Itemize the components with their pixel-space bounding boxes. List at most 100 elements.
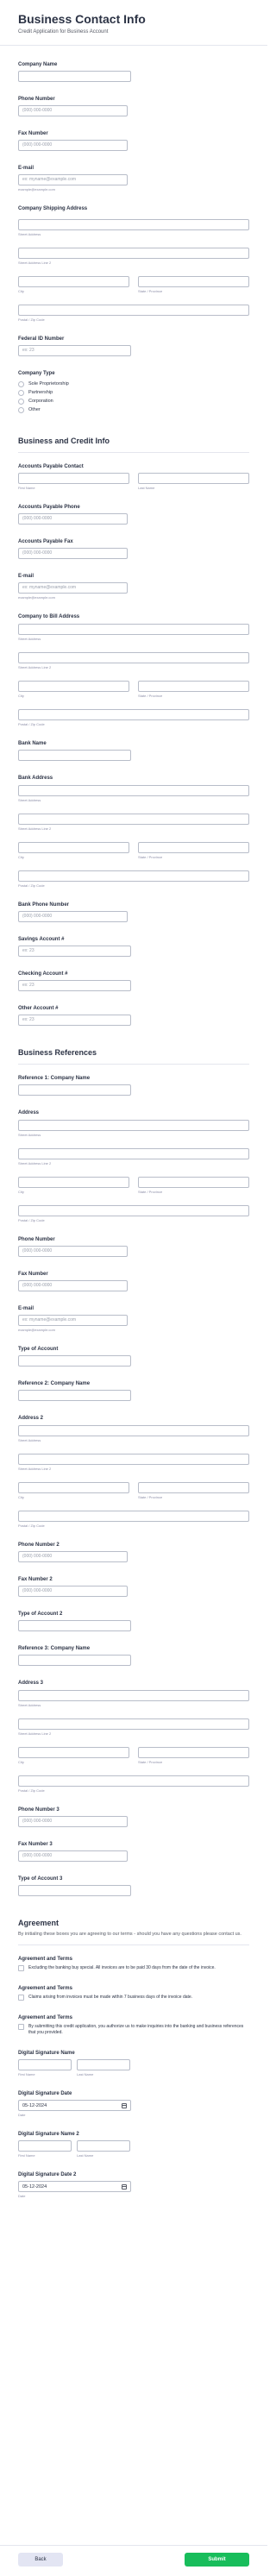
- ref2-type-input[interactable]: [18, 1620, 131, 1631]
- date-sublabel: Date: [18, 2194, 26, 2198]
- ap-email-input[interactable]: ex: myname@example.com: [18, 582, 128, 594]
- ref3-name-input[interactable]: [18, 1655, 131, 1666]
- back-button[interactable]: Back: [18, 2553, 63, 2567]
- state-input[interactable]: [138, 681, 249, 692]
- calendar-icon[interactable]: [122, 2183, 127, 2190]
- street-sublabel: Street Address: [18, 232, 41, 236]
- street2-input[interactable]: [18, 1718, 249, 1730]
- ref1-name-input[interactable]: [18, 1084, 131, 1096]
- radio-option[interactable]: Corporation: [18, 397, 249, 405]
- ref3-fax-field: Fax Number 3 (000) 000-0000: [18, 1832, 249, 1862]
- radio-icon[interactable]: [18, 380, 24, 387]
- field-label: Bank Name: [18, 741, 47, 746]
- sig-date-input[interactable]: 05-12-2024: [18, 2100, 131, 2111]
- zip-input[interactable]: [18, 709, 249, 720]
- company-name-input[interactable]: [18, 71, 131, 82]
- field-label: Accounts Payable Fax: [18, 539, 73, 544]
- terms1-checkbox[interactable]: Excluding the banking buy special. All i…: [18, 1965, 249, 1971]
- state-input[interactable]: [138, 842, 249, 853]
- radio-option[interactable]: Partnership: [18, 388, 249, 397]
- city-input[interactable]: [18, 1482, 129, 1493]
- state-input[interactable]: [138, 276, 249, 287]
- radio-icon[interactable]: [18, 406, 24, 413]
- ref2-name-input[interactable]: [18, 1390, 131, 1401]
- street-input[interactable]: [18, 219, 249, 230]
- state-input[interactable]: [138, 1482, 249, 1493]
- zip-input[interactable]: [18, 1775, 249, 1787]
- ref1-phone-input[interactable]: (000) 000-0000: [18, 1246, 128, 1257]
- shipping-address-field: Company Shipping Address Street Address …: [18, 197, 249, 322]
- bank-phone-input[interactable]: (000) 000-0000: [18, 911, 128, 922]
- last-name-input[interactable]: [77, 2140, 130, 2152]
- zip-input[interactable]: [18, 305, 249, 316]
- radio-option[interactable]: Other: [18, 405, 249, 414]
- state-input[interactable]: [138, 1177, 249, 1188]
- city-input[interactable]: [18, 842, 129, 853]
- field-label: Reference 1: Company Name: [18, 1076, 91, 1081]
- zip-input[interactable]: [18, 1511, 249, 1522]
- federal-id-field: Federal ID Number ex: 23: [18, 327, 249, 356]
- ref1-email-input[interactable]: ex: myname@example.com: [18, 1315, 128, 1326]
- city-input[interactable]: [18, 1747, 129, 1758]
- field-label: Accounts Payable Contact: [18, 464, 84, 469]
- checkbox-icon[interactable]: [18, 1965, 24, 1971]
- street2-input[interactable]: [18, 1148, 249, 1159]
- ref2-type-field: Type of Account 2: [18, 1602, 249, 1631]
- checkbox-icon[interactable]: [18, 1995, 24, 2001]
- field-label: Company Shipping Address: [18, 206, 88, 211]
- field-label: Digital Signature Name 2: [18, 2132, 79, 2137]
- savings-input[interactable]: ex: 23: [18, 946, 131, 957]
- city-input[interactable]: [18, 276, 129, 287]
- ref1-address-field: Address Street Address Street Address Li…: [18, 1101, 249, 1222]
- ap-phone-input[interactable]: (000) 000-0000: [18, 513, 128, 525]
- street2-input[interactable]: [18, 1454, 249, 1465]
- last-name-input[interactable]: [138, 473, 249, 484]
- checking-field: Checking Account # ex: 23: [18, 962, 249, 991]
- zip-input[interactable]: [18, 1205, 249, 1216]
- radio-icon[interactable]: [18, 389, 24, 396]
- checking-input[interactable]: ex: 23: [18, 980, 131, 991]
- first-name-input[interactable]: [18, 2140, 72, 2152]
- checkbox-icon[interactable]: [18, 2024, 24, 2030]
- street-input[interactable]: [18, 624, 249, 635]
- sig-date2-input[interactable]: 05-12-2024: [18, 2181, 131, 2192]
- last-name-input[interactable]: [77, 2059, 130, 2070]
- ref1-type-input[interactable]: [18, 1355, 131, 1367]
- radio-icon[interactable]: [18, 398, 24, 405]
- zip-input[interactable]: [18, 870, 249, 882]
- section-heading: Business and Credit Info: [18, 437, 110, 445]
- other-account-input[interactable]: ex: 23: [18, 1015, 131, 1026]
- federal-id-input[interactable]: ex: 23: [18, 345, 131, 356]
- ap-fax-input[interactable]: (000) 000-0000: [18, 548, 128, 559]
- fax-input[interactable]: (000) 000-0000: [18, 140, 128, 151]
- first-name-input[interactable]: [18, 473, 129, 484]
- city-input[interactable]: [18, 1177, 129, 1188]
- ref1-fax-input[interactable]: (000) 000-0000: [18, 1280, 128, 1291]
- street-input[interactable]: [18, 785, 249, 796]
- ref3-type-input[interactable]: [18, 1885, 131, 1896]
- terms2-checkbox[interactable]: Claims arising from invoices must be mad…: [18, 1995, 249, 2001]
- street-input[interactable]: [18, 1120, 249, 1131]
- first-name-input[interactable]: [18, 2059, 72, 2070]
- street2-input[interactable]: [18, 652, 249, 663]
- street-input[interactable]: [18, 1690, 249, 1701]
- ref3-fax-input[interactable]: (000) 000-0000: [18, 1850, 128, 1862]
- phone-input[interactable]: (000) 000-0000: [18, 105, 128, 116]
- bank-name-input[interactable]: [18, 750, 131, 761]
- submit-button[interactable]: Submit: [185, 2553, 249, 2567]
- email-sublabel: example@example.com: [18, 1328, 55, 1332]
- ref2-phone-input[interactable]: (000) 000-0000: [18, 1551, 128, 1562]
- state-input[interactable]: [138, 1747, 249, 1758]
- email-input[interactable]: ex: myname@example.com: [18, 174, 128, 185]
- city-input[interactable]: [18, 681, 129, 692]
- street2-input[interactable]: [18, 814, 249, 825]
- street-input[interactable]: [18, 1425, 249, 1436]
- calendar-icon[interactable]: [122, 2102, 127, 2108]
- terms3-checkbox[interactable]: By submitting this credit application, y…: [18, 2024, 249, 2036]
- radio-option[interactable]: Sole Proprietorship: [18, 380, 249, 388]
- ref3-phone-input[interactable]: (000) 000-0000: [18, 1816, 128, 1827]
- state-sublabel: State / Province: [138, 1495, 163, 1499]
- section-agreement: Agreement By initialing these boxes you …: [18, 1901, 249, 1945]
- street2-input[interactable]: [18, 248, 249, 259]
- ref2-fax-input[interactable]: (000) 000-0000: [18, 1586, 128, 1597]
